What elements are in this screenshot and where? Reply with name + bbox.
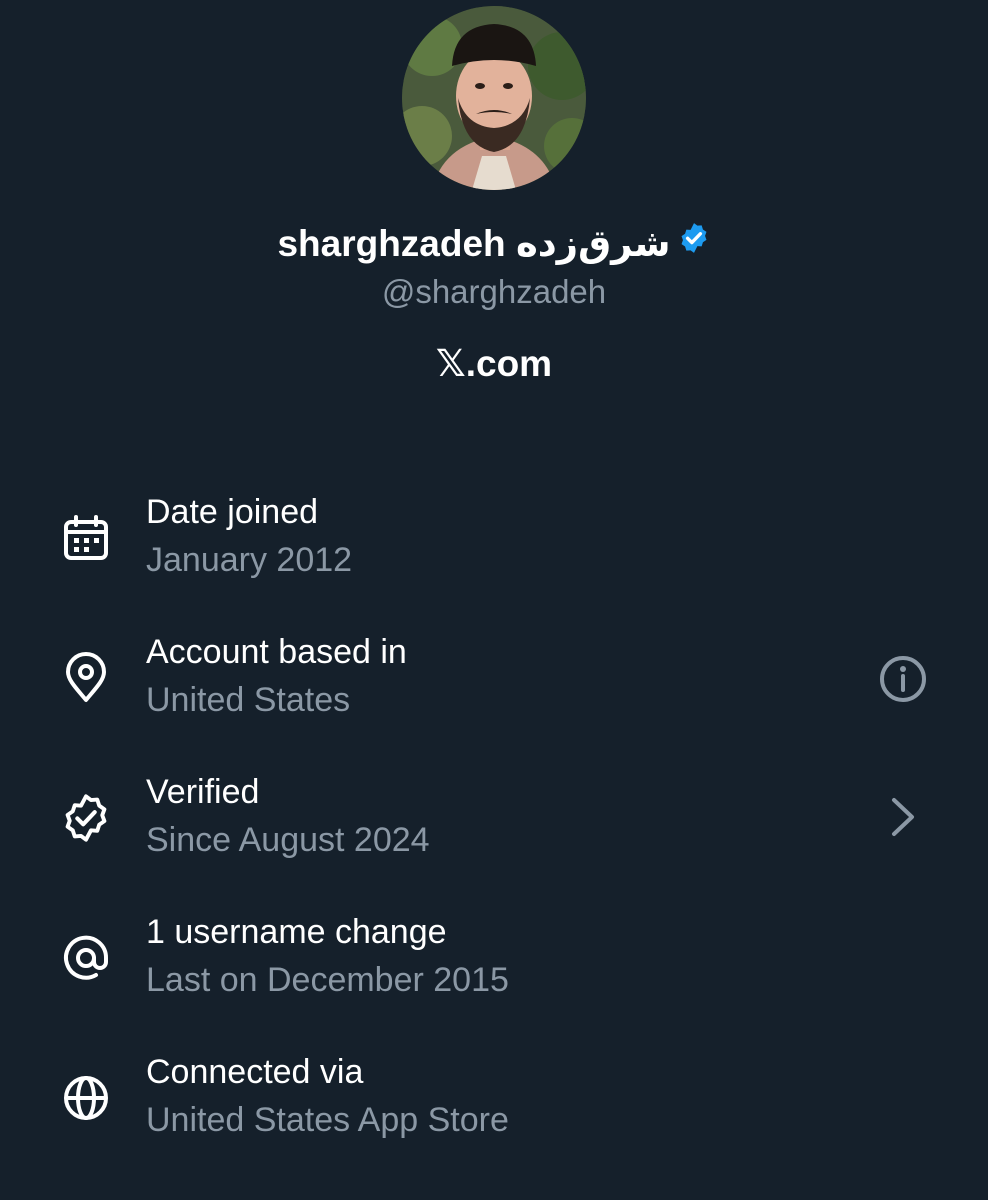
verified-badge-icon: [60, 792, 112, 844]
globe-icon: [60, 1072, 112, 1124]
profile-handle: @sharghzadeh: [381, 273, 607, 310]
about-account-page: sharghzadeh شرق‌زده @sharghzadeh 𝕏.com D…: [0, 0, 988, 1200]
row-value: United States App Store: [146, 1101, 509, 1139]
row-value: Since August 2024: [146, 821, 430, 859]
list-item-username-change: 1 username change Last on December 2015: [0, 902, 988, 1042]
chevron-right-icon[interactable]: [884, 792, 924, 842]
row-value: United States: [146, 681, 351, 719]
display-name: sharghzadeh شرق‌زده: [277, 223, 671, 264]
calendar-icon: [60, 512, 112, 564]
info-icon[interactable]: [876, 652, 930, 706]
list-item-account-based-in[interactable]: Account based in United States: [0, 622, 988, 762]
row-label: Date joined: [146, 493, 319, 531]
row-value: Last on December 2015: [146, 961, 509, 999]
row-label: Verified: [146, 773, 260, 811]
row-label: Account based in: [146, 633, 407, 671]
profile-name-row: sharghzadeh شرق‌زده: [0, 222, 988, 266]
row-label: Connected via: [146, 1053, 364, 1091]
location-pin-icon: [60, 652, 112, 704]
verified-badge-icon[interactable]: [677, 221, 711, 265]
list-item-connected-via: Connected via United States App Store: [0, 1042, 988, 1182]
site-label: 𝕏.com: [435, 343, 553, 384]
avatar[interactable]: [402, 6, 586, 190]
list-item-verified[interactable]: Verified Since August 2024: [0, 762, 988, 902]
row-value: January 2012: [146, 541, 353, 579]
at-sign-icon: [60, 932, 112, 984]
list-item-date-joined: Date joined January 2012: [0, 482, 988, 622]
account-info-list: Date joined January 2012 Account based i…: [0, 482, 988, 1182]
row-label: 1 username change: [146, 913, 447, 951]
